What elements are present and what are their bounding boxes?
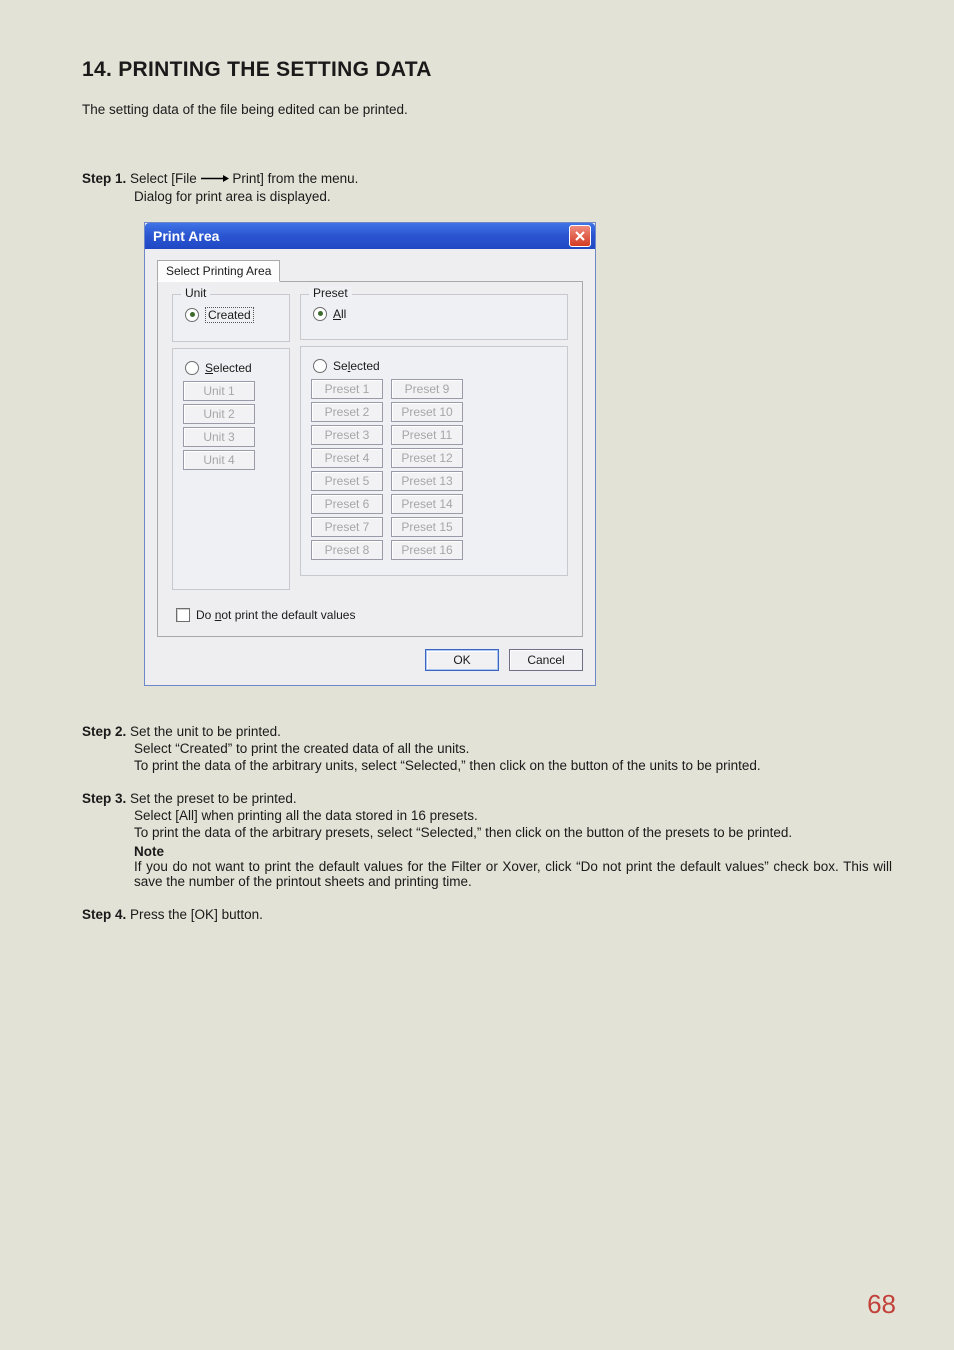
page-number: 68 — [867, 1289, 896, 1320]
step-1-text-prefix: Select [File — [130, 171, 201, 186]
step-3-label: Step 3. — [82, 791, 126, 806]
preset-button[interactable]: Preset 3 — [311, 425, 383, 445]
preset-button[interactable]: Preset 10 — [391, 402, 463, 422]
step-1-label: Step 1. — [82, 171, 126, 186]
unit-button[interactable]: Unit 4 — [183, 450, 255, 470]
step-4-text-1: Press the [OK] button. — [130, 907, 263, 922]
step-1-line-2: Dialog for print area is displayed. — [134, 189, 892, 204]
preset-groupbox: Preset All — [300, 294, 568, 340]
preset-button[interactable]: Preset 8 — [311, 540, 383, 560]
preset-button[interactable]: Preset 5 — [311, 471, 383, 491]
preset-button[interactable]: Preset 2 — [311, 402, 383, 422]
radio-unit-created-label: Created — [208, 308, 251, 322]
preset-button[interactable]: Preset 12 — [391, 448, 463, 468]
preset-button[interactable]: Preset 7 — [311, 517, 383, 537]
checkbox-row[interactable]: Do not print the default values — [176, 608, 568, 622]
step-3-text-3: To print the data of the arbitrary prese… — [134, 825, 892, 840]
unit-groupbox: Unit Created — [172, 294, 290, 342]
unit-button[interactable]: Unit 1 — [183, 381, 255, 401]
radio-icon — [313, 359, 327, 373]
unit-button[interactable]: Unit 2 — [183, 404, 255, 424]
preset-button[interactable]: Preset 9 — [391, 379, 463, 399]
intro-text: The setting data of the file being edite… — [82, 102, 892, 117]
arrow-icon — [201, 171, 229, 186]
checkbox-icon — [176, 608, 190, 622]
step-3-line-1: Step 3. Set the preset to be printed. — [82, 791, 892, 806]
preset-button[interactable]: Preset 11 — [391, 425, 463, 445]
radio-icon — [313, 307, 327, 321]
step-2-text-1: Set the unit to be printed. — [130, 724, 281, 739]
unit-selected-groupbox: Selected Unit 1 Unit 2 Unit 3 Unit 4 — [172, 348, 290, 590]
preset-button[interactable]: Preset 16 — [391, 540, 463, 560]
radio-preset-selected[interactable]: Selected — [313, 359, 557, 373]
page-heading: 14. PRINTING THE SETTING DATA — [82, 58, 892, 82]
radio-icon — [185, 308, 199, 322]
preset-button[interactable]: Preset 1 — [311, 379, 383, 399]
step-4-label: Step 4. — [82, 907, 126, 922]
preset-button[interactable]: Preset 14 — [391, 494, 463, 514]
radio-unit-selected-label: Selected — [205, 361, 252, 375]
note-label: Note — [134, 844, 892, 859]
tab-panel: Unit Created Selected — [157, 281, 583, 637]
dialog-titlebar: Print Area — [145, 223, 595, 249]
close-button[interactable] — [569, 225, 591, 247]
radio-preset-selected-label: Selected — [333, 359, 380, 373]
step-3-text-2: Select [All] when printing all the data … — [134, 808, 892, 823]
unit-button[interactable]: Unit 3 — [183, 427, 255, 447]
radio-icon — [185, 361, 199, 375]
preset-selected-groupbox: Selected Preset 1 Preset 2 Preset 3 Pres… — [300, 346, 568, 576]
preset-button[interactable]: Preset 4 — [311, 448, 383, 468]
radio-unit-created[interactable]: Created — [185, 307, 279, 323]
step-2-text-3: To print the data of the arbitrary units… — [134, 758, 892, 773]
close-icon — [574, 230, 586, 242]
cancel-button[interactable]: Cancel — [509, 649, 583, 671]
ok-button[interactable]: OK — [425, 649, 499, 671]
step-1-text-suffix: Print] from the menu. — [229, 171, 359, 186]
preset-button[interactable]: Preset 15 — [391, 517, 463, 537]
checkbox-label: Do not print the default values — [196, 608, 355, 622]
preset-button[interactable]: Preset 13 — [391, 471, 463, 491]
step-2-line-1: Step 2. Set the unit to be printed. — [82, 724, 892, 739]
preset-button[interactable]: Preset 6 — [311, 494, 383, 514]
dialog-title: Print Area — [153, 228, 219, 244]
step-4-line-1: Step 4. Press the [OK] button. — [82, 907, 892, 922]
radio-unit-selected[interactable]: Selected — [185, 361, 279, 375]
step-1-line-1: Step 1. Select [File Print] from the men… — [82, 171, 892, 187]
note-text: If you do not want to print the default … — [134, 859, 892, 889]
unit-legend: Unit — [181, 286, 210, 300]
step-2-label: Step 2. — [82, 724, 126, 739]
step-3-text-1: Set the preset to be printed. — [130, 791, 297, 806]
print-area-dialog: Print Area Select Printing Area Unit — [144, 222, 596, 686]
step-2-text-2: Select “Created” to print the created da… — [134, 741, 892, 756]
radio-preset-all-label: All — [333, 307, 346, 321]
preset-legend: Preset — [309, 286, 352, 300]
radio-preset-all[interactable]: All — [313, 307, 557, 321]
tab-select-printing-area[interactable]: Select Printing Area — [157, 260, 280, 282]
